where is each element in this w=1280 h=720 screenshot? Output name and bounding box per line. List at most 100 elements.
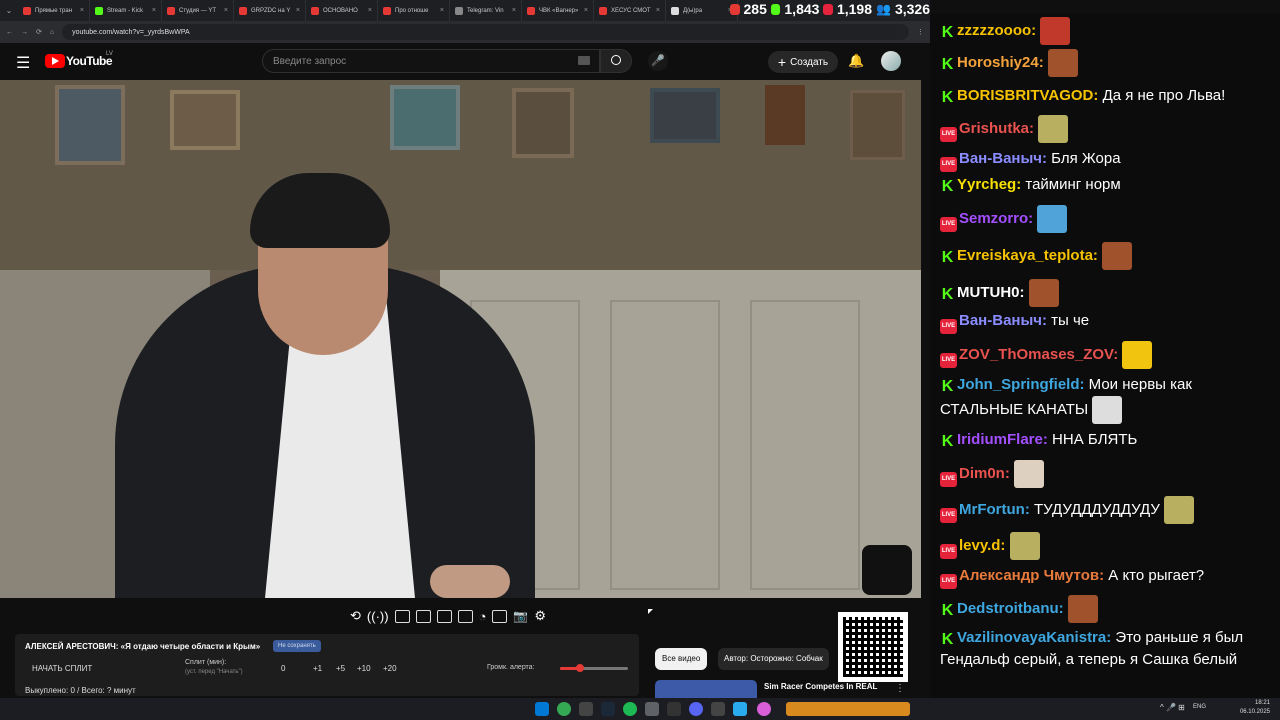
plus-20-button[interactable]: +20 (383, 664, 397, 673)
stream-stats: 285 1,843 1,198 👥 3,326 (730, 0, 930, 18)
app-icon[interactable] (757, 702, 771, 716)
chat-username[interactable]: Semzorro: (959, 210, 1033, 227)
browser-tab[interactable]: ХЕСУС СМОТ × (594, 0, 666, 21)
tab-close-icon[interactable]: × (152, 7, 156, 14)
chrome-icon[interactable] (557, 702, 571, 716)
chat-username[interactable]: BORISBRITVAGOD: (957, 87, 1098, 104)
chat-username[interactable]: Ван-Ваныч: (959, 150, 1047, 167)
loop-icon[interactable]: ⟲ (350, 608, 361, 624)
chat-username[interactable]: Dim0n: (959, 465, 1010, 482)
tab-close-icon[interactable]: × (440, 7, 444, 14)
url-field[interactable]: youtube.com/watch?v=_yyrdsBwWPA (62, 24, 909, 40)
browser-tab[interactable]: Про отноше × (378, 0, 450, 21)
add-icon[interactable] (492, 609, 508, 623)
chat-username[interactable]: Александр Чмутов: (959, 567, 1104, 584)
plus-5-button[interactable]: +5 (336, 664, 345, 673)
browser-tab[interactable]: GRPZDC на Y × (234, 0, 306, 21)
app-icon[interactable] (645, 702, 659, 716)
clock-time[interactable]: 18:21 (1236, 700, 1270, 706)
bell-icon[interactable]: 🔔 (848, 53, 864, 69)
split-input[interactable]: 0 (281, 664, 285, 673)
avatar[interactable] (881, 51, 901, 71)
forward-icon[interactable]: → (21, 29, 28, 36)
browser-tab[interactable]: Telegram: Vin × (450, 0, 522, 21)
theater-icon[interactable] (457, 609, 473, 623)
browser-tab[interactable]: ОСНОВАНО × (306, 0, 378, 21)
reload-icon[interactable]: ⟳ (36, 28, 42, 36)
browser-tab[interactable]: Stream - Kick × (90, 0, 162, 21)
screenshot-icon[interactable] (394, 609, 410, 623)
app-icon[interactable] (579, 702, 593, 716)
chat-message: LIVE Александр Чмутов: А кто рыгает? (940, 565, 1270, 589)
discord-icon[interactable] (689, 702, 703, 716)
telegram-icon[interactable] (733, 702, 747, 716)
taskbar-icons[interactable]: ^ 🎤 ⊞ (1160, 703, 1185, 712)
chat-username[interactable]: Dedstroitbanu: (957, 600, 1064, 617)
chat-username[interactable]: IridiumFlare: (957, 431, 1048, 448)
chip-author[interactable]: Автор: Осторожно: Собчак (718, 648, 829, 670)
video-player[interactable] (0, 80, 921, 598)
extensions-icon[interactable]: ⋮ (917, 28, 924, 36)
chat-username[interactable]: Grishutka: (959, 120, 1034, 137)
gear-icon[interactable]: ⚙ (534, 608, 546, 624)
chip-all-videos[interactable]: Все видео (655, 648, 708, 670)
language-indicator[interactable]: ENG (1193, 704, 1206, 710)
browser-tab[interactable]: Прямые тран × (18, 0, 90, 21)
more-icon[interactable]: ⋮ (895, 683, 905, 694)
tab-close-icon[interactable]: × (296, 7, 300, 14)
save-badge[interactable]: Не сохранять (273, 640, 321, 652)
chat-username[interactable]: Ван-Ваныч: (959, 312, 1047, 329)
kick-platform-icon: K (941, 23, 954, 41)
clock-date[interactable]: 06.10.2025 (1236, 709, 1270, 715)
search-button[interactable] (600, 49, 632, 73)
volume-thumb[interactable] (576, 664, 584, 672)
app-icon[interactable] (667, 702, 681, 716)
keyboard-icon[interactable] (578, 56, 590, 65)
steam-icon[interactable] (601, 702, 615, 716)
chat-username[interactable]: levy.d: (959, 537, 1005, 554)
cast-icon[interactable]: ((·)) (367, 609, 389, 624)
tab-close-icon[interactable]: × (80, 7, 84, 14)
meme-party-widget[interactable] (786, 702, 910, 716)
plus-1-button[interactable]: +1 (313, 664, 322, 673)
chat-username[interactable]: Evreiskaya_teplota: (957, 247, 1098, 264)
menu-icon[interactable]: ☰ (16, 53, 30, 73)
volume-slider[interactable] (560, 664, 628, 672)
tab-close-icon[interactable]: × (368, 7, 372, 14)
tab-close-icon[interactable]: × (224, 7, 228, 14)
tab-close-icon[interactable]: × (584, 7, 588, 14)
video-thumbnail[interactable] (655, 680, 757, 698)
tab-close-icon[interactable]: × (656, 7, 660, 14)
create-button[interactable]: + Создать (768, 51, 838, 73)
film-icon[interactable] (415, 609, 431, 623)
tab-search-icon[interactable]: ⌄ (0, 0, 18, 21)
home-icon[interactable]: ⌂ (50, 29, 54, 36)
search-input[interactable]: Введите запрос (262, 49, 600, 73)
pip-icon[interactable] (436, 609, 452, 623)
chat-username[interactable]: VazilinovayaKanistra: (957, 629, 1111, 646)
camera-icon[interactable]: 📷 (513, 609, 528, 623)
youtube-logo-icon[interactable] (45, 54, 65, 68)
chat-username[interactable]: Horoshiy24: (957, 54, 1044, 71)
chat-username[interactable]: John_Springfield: (957, 376, 1085, 393)
back-icon[interactable]: ← (6, 29, 13, 36)
plus-10-button[interactable]: +10 (357, 664, 371, 673)
chat-username[interactable]: Yyrcheg: (957, 176, 1021, 193)
chat-username[interactable]: MrFortun: (959, 501, 1030, 518)
start-split-button[interactable]: НАЧАТЬ СПЛИТ (32, 664, 92, 673)
browser-tab[interactable]: Д(ы)ра× (666, 0, 738, 21)
speed-icon[interactable]: ◔ (479, 609, 487, 624)
browser-tab[interactable]: ЧВК «Вагнер» × (522, 0, 594, 21)
chat-username[interactable]: ZOV_ThOmases_ZOV: (959, 346, 1118, 363)
cat-logo-icon (862, 545, 912, 595)
chat-username[interactable]: zzzzzoooo: (957, 22, 1036, 39)
tab-close-icon[interactable]: × (512, 7, 516, 14)
spotify-icon[interactable] (623, 702, 637, 716)
browser-tab[interactable]: Студия — YT × (162, 0, 234, 21)
mic-icon[interactable]: 🎤 (648, 51, 668, 71)
video-title-rec[interactable]: Sim Racer Competes In REAL (764, 682, 877, 691)
chat-username[interactable]: MUTUH0: (957, 284, 1025, 301)
app-icon[interactable] (711, 702, 725, 716)
windows-start-icon[interactable] (535, 702, 549, 716)
chat-message: K Yyrcheg: тайминг норм (940, 174, 1270, 196)
